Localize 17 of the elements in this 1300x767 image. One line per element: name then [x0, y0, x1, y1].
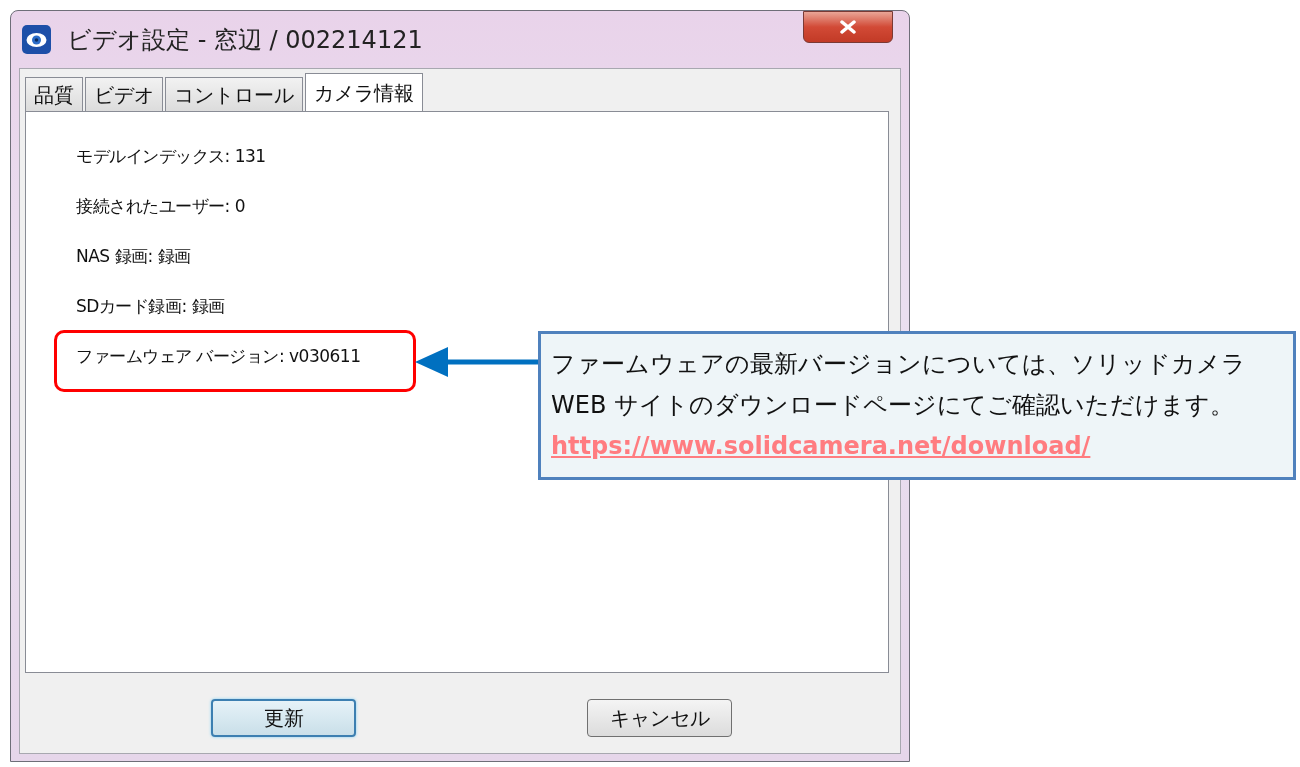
info-text: SDカード録画: 録画 [76, 296, 225, 316]
close-button[interactable] [803, 10, 893, 43]
info-text: 接続されたユーザー: 0 [76, 196, 245, 216]
close-icon [839, 19, 857, 34]
info-text: ファームウェア バージョン: v030611 [76, 346, 361, 366]
tab[interactable]: 品質 [25, 77, 83, 111]
update-button[interactable]: 更新 [211, 699, 356, 737]
info-text: モデルインデックス: 131 [76, 146, 266, 166]
info-text: NAS 録画: 録画 [76, 246, 191, 266]
callout-text: WEB サイトのダウンロードページにてご確認いただけます。 [551, 390, 1235, 421]
tab[interactable]: カメラ情報 [305, 73, 423, 111]
tab[interactable]: コントロール [165, 77, 303, 111]
app-eye-icon [22, 25, 51, 54]
cancel-button[interactable]: キャンセル [587, 699, 732, 737]
callout-text: ファームウェアの最新バージョンについては、ソリッドカメラ [551, 349, 1247, 380]
window-title: ビデオ設定 - 窓辺 / 002214121 [67, 24, 423, 56]
tab[interactable]: ビデオ [85, 77, 163, 111]
